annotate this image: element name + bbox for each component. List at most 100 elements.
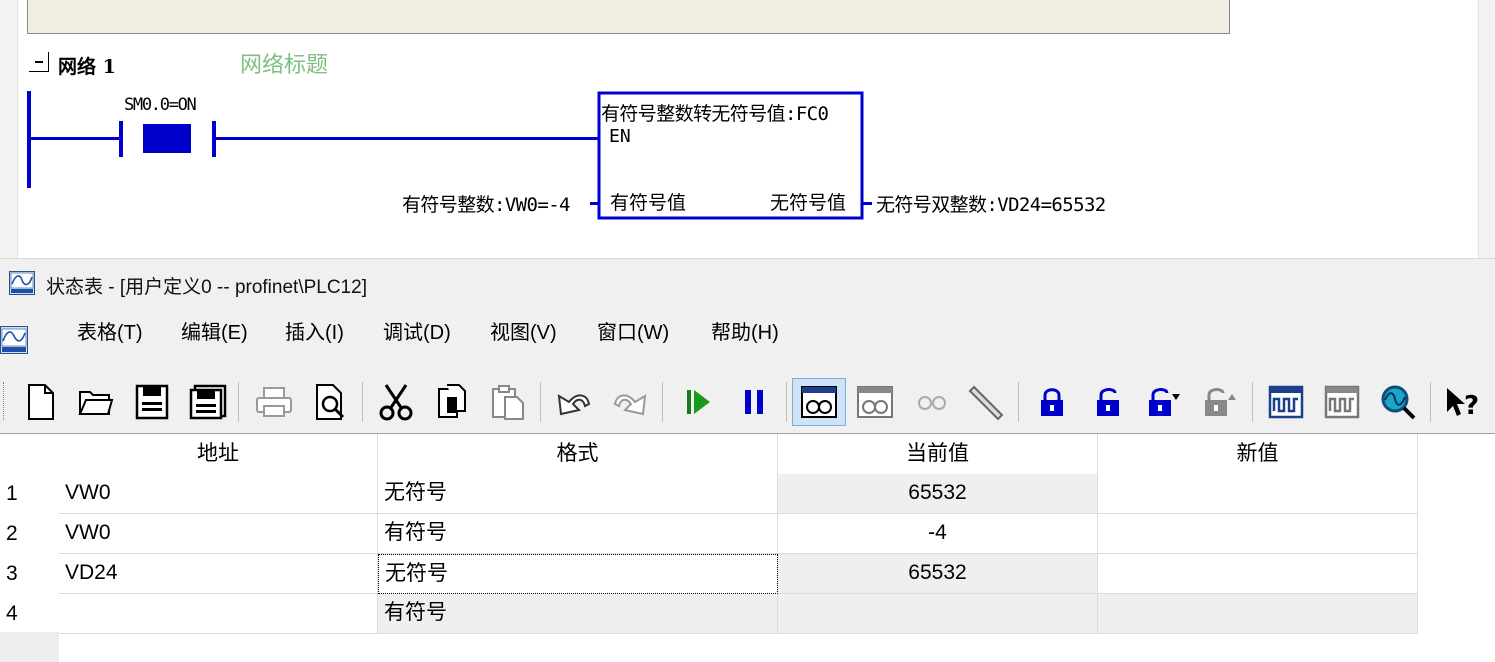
chart-status-icon	[801, 386, 837, 418]
write-all-button[interactable]	[910, 378, 954, 426]
toolbar-separator	[662, 382, 663, 422]
cell-current-value	[778, 594, 1098, 634]
cell-current-value: -4	[778, 514, 1098, 554]
context-help-icon: ?	[1447, 388, 1479, 420]
open-folder-icon	[78, 391, 114, 415]
single-read-button[interactable]	[853, 378, 897, 426]
function-block-en: EN	[609, 126, 631, 147]
contact-left-bar	[119, 121, 123, 157]
trend-view-icon	[1268, 385, 1304, 419]
write-all-icon	[918, 396, 946, 410]
copy-icon	[438, 384, 466, 418]
row-header-footer	[0, 632, 59, 662]
new-file-button[interactable]	[18, 378, 62, 426]
input-operand[interactable]: 有符号整数:VW0=-4	[402, 190, 570, 217]
paste-button[interactable]	[486, 378, 530, 426]
paste-icon	[492, 385, 524, 420]
contact-state-fill	[143, 124, 191, 153]
cell-address[interactable]: VW0	[59, 474, 378, 514]
new-file-icon	[28, 384, 54, 420]
force-button[interactable]	[1030, 378, 1074, 426]
menu-insert[interactable]: 插入(I)	[285, 316, 344, 345]
cell-format-selected[interactable]: 无符号	[378, 554, 778, 594]
column-header-address[interactable]: 地址	[59, 434, 378, 474]
menu-help[interactable]: 帮助(H)	[711, 316, 779, 345]
output-operand[interactable]: 无符号双整数:VD24=65532	[876, 190, 1106, 217]
cell-new-value[interactable]	[1098, 514, 1418, 554]
toolbar: ?	[0, 368, 1495, 434]
rung-wire-left	[31, 137, 119, 140]
row-number[interactable]: 4	[6, 602, 18, 626]
menu-edit[interactable]: 编辑(E)	[181, 316, 248, 345]
cell-new-value[interactable]	[1098, 594, 1418, 634]
menu-table[interactable]: 表格(T)	[77, 316, 143, 345]
cell-address[interactable]: VD24	[59, 554, 378, 594]
cell-new-value[interactable]	[1098, 554, 1418, 594]
cell-address[interactable]: VW0	[59, 514, 378, 554]
single-read-icon	[857, 386, 893, 418]
context-help-button[interactable]: ?	[1440, 378, 1484, 426]
search-button[interactable]	[1376, 378, 1420, 426]
unforce-all-button[interactable]	[1142, 378, 1186, 426]
save-icon	[135, 384, 169, 420]
cell-new-value[interactable]	[1098, 474, 1418, 514]
contact-right-bar	[212, 121, 216, 157]
trend-pause-button[interactable]	[1320, 378, 1364, 426]
pen-button[interactable]	[965, 378, 1009, 426]
cell-current-value: 65532	[778, 554, 1098, 594]
cell-format[interactable]: 无符号	[378, 474, 778, 514]
search-icon	[1381, 385, 1416, 420]
unforce-all-icon	[1149, 388, 1180, 416]
status-chart-table: 地址 格式 当前值 新值 1 VW0 无符号 65532 2 VW0 有符号 -…	[0, 434, 1495, 662]
function-block-input-label: 有符号值	[610, 192, 687, 214]
cell-current-value: 65532	[778, 474, 1098, 514]
force-lock-icon	[1041, 388, 1063, 416]
function-block-output-label: 无符号值	[770, 192, 847, 214]
document-icon[interactable]	[0, 322, 28, 356]
open-button[interactable]	[74, 378, 118, 426]
menu-bar: 表格(T) 编辑(E) 插入(I) 调试(D) 视图(V) 窗口(W) 帮助(H…	[0, 308, 1495, 368]
trend-pause-icon	[1324, 385, 1360, 419]
row-number[interactable]: 1	[6, 482, 18, 506]
save-button[interactable]	[130, 378, 174, 426]
pause-icon	[745, 390, 763, 414]
rung-wire-right	[216, 137, 599, 140]
toolbar-separator	[362, 382, 363, 422]
toolbar-separator	[238, 382, 239, 422]
cut-icon	[379, 384, 413, 421]
print-preview-button[interactable]	[308, 378, 352, 426]
chart-status-button[interactable]	[792, 378, 846, 426]
run-button[interactable]	[676, 378, 720, 426]
read-all-forced-button[interactable]	[1198, 378, 1242, 426]
trend-view-button[interactable]	[1264, 378, 1308, 426]
copy-button[interactable]	[430, 378, 474, 426]
toolbar-separator	[786, 382, 787, 422]
menu-view[interactable]: 视图(V)	[490, 316, 557, 345]
save-all-button[interactable]	[186, 378, 230, 426]
cell-format[interactable]: 有符号	[378, 594, 778, 634]
cell-address[interactable]	[59, 594, 378, 634]
cut-button[interactable]	[374, 378, 418, 426]
ladder-scrollbar[interactable]	[1478, 0, 1495, 258]
menu-window[interactable]: 窗口(W)	[597, 316, 669, 345]
column-header-current-value[interactable]: 当前值	[778, 434, 1098, 474]
pause-button[interactable]	[732, 378, 776, 426]
menu-debug[interactable]: 调试(D)	[383, 316, 451, 345]
print-button[interactable]	[252, 378, 296, 426]
unforce-button[interactable]	[1086, 378, 1130, 426]
column-header-format[interactable]: 格式	[378, 434, 778, 474]
undo-button[interactable]	[552, 378, 596, 426]
toolbar-grip[interactable]	[3, 382, 7, 420]
row-number[interactable]: 3	[6, 562, 18, 586]
row-number[interactable]: 2	[6, 522, 18, 546]
redo-button[interactable]	[608, 378, 652, 426]
print-icon	[256, 387, 292, 417]
svg-text:?: ?	[1464, 391, 1479, 420]
window-title: 状态表 - [用户定义0 -- profinet\PLC12]	[46, 277, 367, 298]
contact-address-label: SM0.0=ON	[124, 95, 197, 115]
row-header-column	[0, 434, 59, 662]
read-all-forced-icon	[1205, 388, 1236, 416]
save-all-icon	[189, 384, 227, 420]
cell-format[interactable]: 有符号	[378, 514, 778, 554]
column-header-new-value[interactable]: 新值	[1098, 434, 1418, 474]
